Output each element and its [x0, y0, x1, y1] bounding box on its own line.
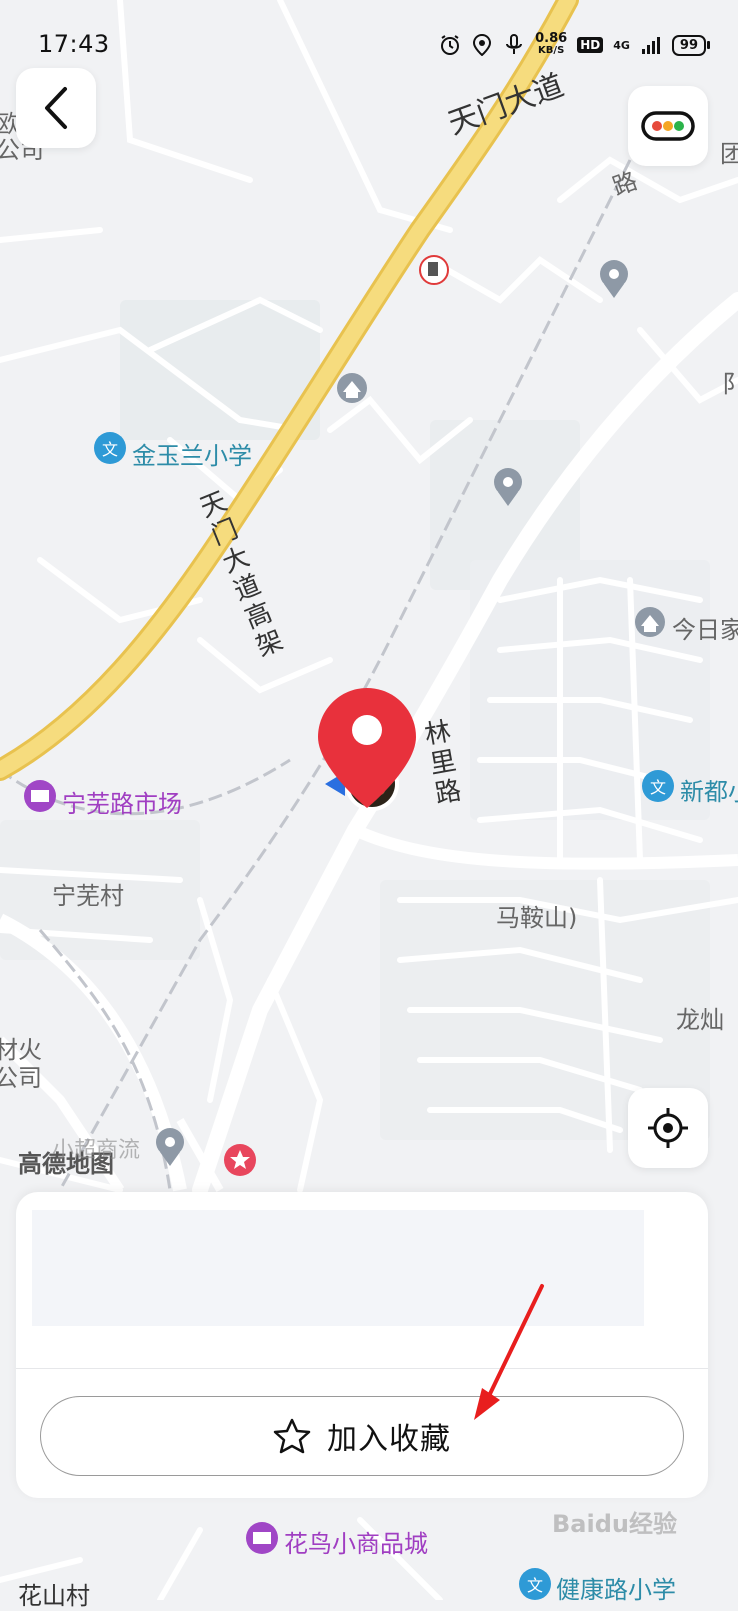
chevron-left-icon — [45, 87, 67, 129]
locate-me-button[interactable] — [628, 1088, 708, 1168]
school-poi-icon[interactable]: 文 — [642, 770, 674, 802]
area-label-huashan-village: 花山村 — [18, 1582, 90, 1610]
building-poi-icon[interactable] — [635, 607, 665, 637]
status-bar: 17:43 0.86 KB/S HD 4G 99 — [0, 0, 738, 90]
market-poi-icon[interactable] — [24, 780, 56, 812]
gas-station-icon[interactable] — [419, 255, 449, 285]
annotation-arrow — [474, 1284, 544, 1420]
mic-icon — [503, 34, 525, 56]
signal-icon — [640, 34, 662, 56]
edge-label: 团 — [720, 140, 738, 168]
network-speed: 0.86 KB/S — [535, 31, 568, 56]
area-label-ningwu-village: 宁芜村 — [52, 882, 124, 910]
location-icon — [471, 34, 493, 56]
location-detail-panel: 加入收藏 — [16, 1192, 708, 1498]
traffic-light-icon — [641, 111, 695, 141]
market-poi-icon[interactable] — [246, 1522, 278, 1554]
network-type: 4G — [613, 38, 630, 52]
poi-label-ningwu-market[interactable]: 宁芜路市场 — [62, 784, 182, 819]
favorite-poi-icon[interactable] — [224, 1144, 256, 1176]
poi-label-jinrijia[interactable]: 今日家 — [672, 610, 738, 645]
svg-text:文: 文 — [102, 440, 118, 459]
area-label-maanshan: 马鞍山) — [496, 904, 578, 932]
edge-label: 阝 — [722, 370, 738, 398]
add-favorite-label: 加入收藏 — [327, 1422, 451, 1457]
status-time: 17:43 — [38, 30, 110, 58]
hd-badge: HD — [577, 37, 604, 53]
add-favorite-button[interactable]: 加入收藏 — [40, 1396, 684, 1476]
poi-label-huaniao[interactable]: 花鸟小商品城 — [284, 1524, 428, 1559]
poi-label-fragment: 小超商流 — [52, 1138, 141, 1163]
divider — [16, 1368, 708, 1369]
battery-indicator: 99 — [671, 34, 710, 56]
locate-icon — [648, 1108, 688, 1148]
svg-text:文: 文 — [527, 1576, 543, 1595]
watermark: Baidu经验 — [552, 1510, 677, 1538]
school-poi-icon[interactable]: 文 — [94, 432, 126, 464]
back-button[interactable] — [16, 68, 96, 148]
svg-text:文: 文 — [650, 778, 666, 797]
alarm-icon — [439, 34, 461, 56]
poi-label-jinyulan-school[interactable]: 金玉兰小学 — [132, 436, 252, 471]
area-label-longshan: 龙灿 — [676, 1006, 724, 1034]
edge-label: 公司 — [0, 1064, 42, 1092]
poi-label-xindu[interactable]: 新都小 — [680, 772, 738, 807]
status-icons: 0.86 KB/S HD 4G 99 — [439, 28, 710, 62]
traffic-toggle-button[interactable] — [628, 86, 708, 166]
star-outline-icon — [273, 1418, 311, 1454]
school-poi-icon[interactable]: 文 — [519, 1568, 551, 1600]
building-poi-icon[interactable] — [337, 373, 367, 403]
